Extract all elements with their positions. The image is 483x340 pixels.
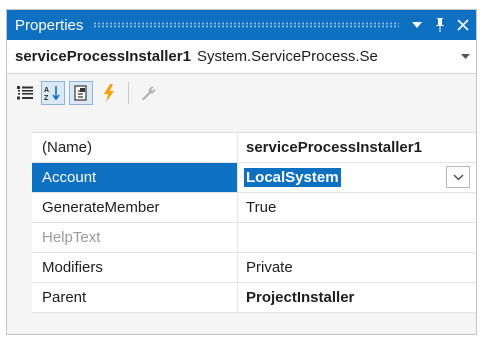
property-name: Parent bbox=[32, 283, 238, 312]
events-lightning-icon bbox=[104, 84, 114, 102]
property-name: Modifiers bbox=[32, 253, 238, 282]
svg-text:A: A bbox=[44, 87, 49, 94]
properties-window: Properties serviceProcessInstaller1 Syst… bbox=[6, 9, 477, 335]
title-bar[interactable]: Properties bbox=[7, 10, 476, 40]
properties-page-icon bbox=[74, 85, 87, 101]
property-row-account[interactable]: Account LocalSystem bbox=[32, 163, 476, 193]
triangle-down-icon bbox=[412, 22, 422, 28]
property-name: GenerateMember bbox=[32, 193, 238, 222]
property-name: (Name) bbox=[32, 133, 238, 162]
property-value[interactable]: serviceProcessInstaller1 bbox=[238, 133, 476, 162]
title-grip[interactable] bbox=[93, 22, 399, 28]
property-name: Account bbox=[32, 163, 238, 192]
chevron-down-icon bbox=[453, 174, 463, 180]
properties-toolbar: A Z bbox=[7, 74, 476, 112]
events-button[interactable] bbox=[97, 81, 121, 105]
pin-button[interactable] bbox=[430, 14, 450, 36]
property-value[interactable]: ProjectInstaller bbox=[238, 283, 476, 312]
property-value-editor[interactable]: LocalSystem bbox=[238, 163, 476, 192]
window-title: Properties bbox=[15, 16, 84, 34]
close-icon bbox=[457, 19, 469, 31]
window-position-dropdown-button[interactable] bbox=[407, 14, 427, 36]
property-grid: (Name) serviceProcessInstaller1 Account … bbox=[32, 132, 476, 313]
chevron-down-icon[interactable] bbox=[456, 54, 474, 59]
property-pages-wrench-icon bbox=[142, 86, 156, 101]
property-row-name[interactable]: (Name) serviceProcessInstaller1 bbox=[32, 133, 476, 163]
svg-text:Z: Z bbox=[44, 95, 49, 101]
object-name: serviceProcessInstaller1 bbox=[15, 48, 191, 65]
property-row-parent[interactable]: Parent ProjectInstaller bbox=[32, 283, 476, 313]
categorized-button[interactable] bbox=[13, 81, 37, 105]
grid-left-margin bbox=[7, 132, 32, 316]
alphabetical-sort-icon: A Z bbox=[44, 86, 60, 101]
property-pages-button[interactable] bbox=[136, 81, 160, 105]
property-row-generatemember[interactable]: GenerateMember True bbox=[32, 193, 476, 223]
property-value[interactable]: Private bbox=[238, 253, 476, 282]
property-name: HelpText bbox=[32, 223, 238, 252]
property-row-helptext[interactable]: HelpText bbox=[32, 223, 476, 253]
properties-button[interactable] bbox=[69, 81, 93, 105]
value-dropdown-button[interactable] bbox=[446, 166, 470, 188]
categorized-icon bbox=[17, 86, 33, 100]
object-selector[interactable]: serviceProcessInstaller1 System.ServiceP… bbox=[7, 40, 476, 74]
property-row-modifiers[interactable]: Modifiers Private bbox=[32, 253, 476, 283]
close-button[interactable] bbox=[453, 14, 473, 36]
pin-icon bbox=[436, 18, 444, 32]
alphabetical-button[interactable]: A Z bbox=[41, 81, 65, 105]
selected-value-text[interactable]: LocalSystem bbox=[244, 168, 341, 187]
object-type: System.ServiceProcess.Se bbox=[196, 48, 378, 65]
toolbar-separator bbox=[128, 82, 129, 104]
property-value[interactable] bbox=[238, 223, 476, 252]
property-value[interactable]: True bbox=[238, 193, 476, 222]
